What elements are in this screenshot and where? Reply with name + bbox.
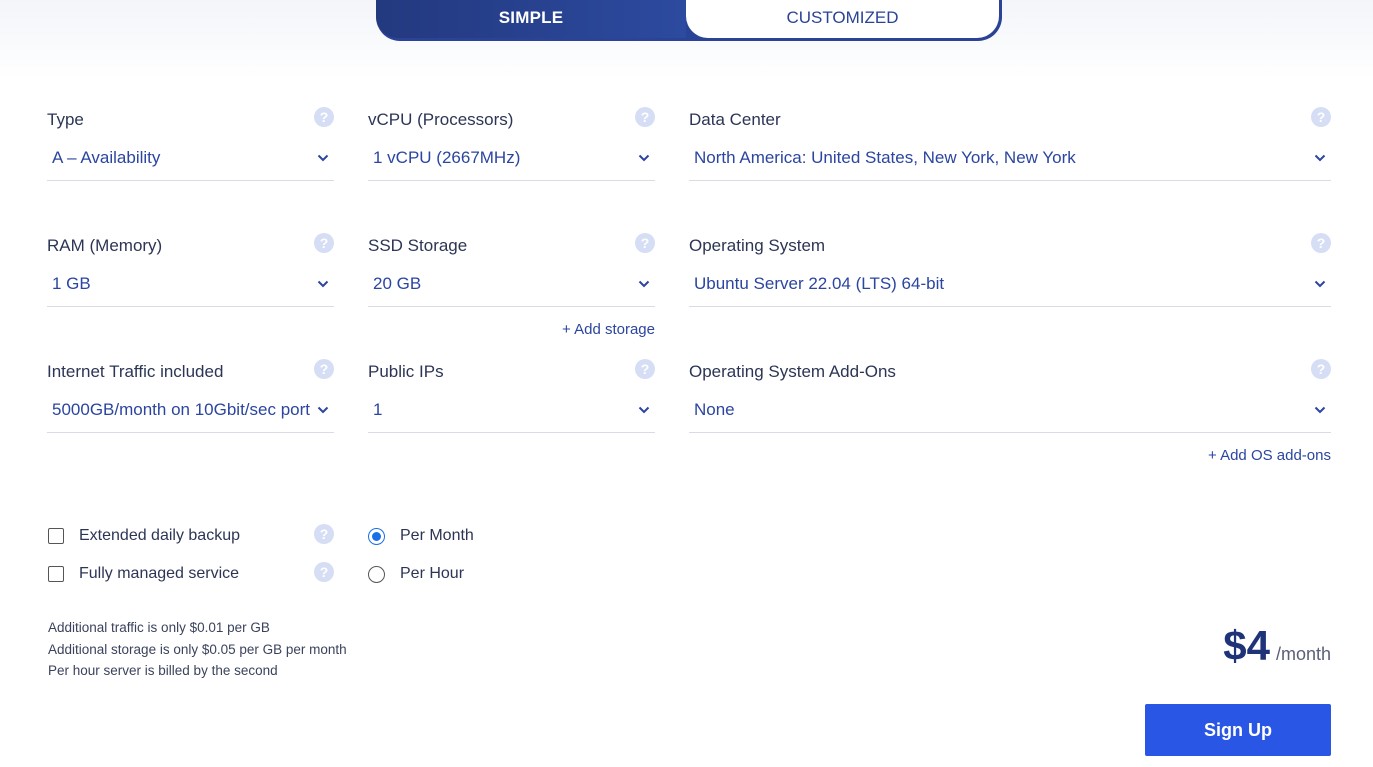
managed-service-checkbox[interactable] [48,566,64,582]
os-select[interactable]: Ubuntu Server 22.04 (LTS) 64-bit [689,262,1331,307]
extended-backup-checkbox[interactable] [48,528,64,544]
price-amount: $4 [1223,622,1270,669]
per-month-label: Per Month [400,527,474,544]
os-addons-field: Operating System Add-Ons ? None [689,359,1331,442]
ssd-field: SSD Storage ? 20 GB [368,233,655,316]
public-ips-select[interactable]: 1 [368,388,655,433]
ram-select[interactable]: 1 GB [47,262,334,307]
chevron-down-icon [1309,273,1331,295]
chevron-down-icon [633,147,655,169]
type-label: Type [47,110,84,129]
os-label: Operating System [689,236,826,255]
os-field: Operating System ? Ubuntu Server 22.04 (… [689,233,1331,316]
extended-backup-option: Extended daily backup [48,526,240,546]
traffic-value: 5000GB/month on 10Gbit/sec port [52,400,310,419]
vcpu-label: vCPU (Processors) [368,110,514,129]
mode-toggle: SIMPLE CUSTOMIZED [376,0,1002,41]
type-field: Type ? A – Availability [47,107,334,190]
vcpu-field: vCPU (Processors) ? 1 vCPU (2667MHz) [368,107,655,190]
os-addons-value: None [694,400,735,419]
note-traffic: Additional traffic is only $0.01 per GB [48,620,270,635]
price-unit: /month [1275,644,1331,664]
question-circle-icon[interactable]: ? [314,233,334,253]
per-month-option: Per Month [368,526,474,546]
ram-label: RAM (Memory) [47,236,163,255]
customized-mode-tab[interactable]: CUSTOMIZED [686,0,999,38]
question-circle-icon[interactable]: ? [1311,233,1331,253]
chevron-down-icon [312,273,334,295]
chevron-down-icon [312,147,334,169]
note-storage: Additional storage is only $0.05 per GB … [48,641,347,657]
add-storage-link[interactable]: + Add storage [562,321,655,338]
data-center-value: North America: United States, New York, … [694,148,1076,167]
managed-service-option: Fully managed service [48,564,239,584]
ram-value: 1 GB [52,274,91,293]
question-circle-icon[interactable]: ? [314,107,334,127]
public-ips-value: 1 [373,400,383,419]
data-center-select[interactable]: North America: United States, New York, … [689,136,1331,181]
vcpu-value: 1 vCPU (2667MHz) [373,148,521,167]
per-hour-option: Per Hour [368,564,464,584]
per-hour-label: Per Hour [400,565,465,582]
type-select[interactable]: A – Availability [47,136,334,181]
question-circle-icon[interactable]: ? [635,359,655,379]
question-circle-icon[interactable]: ? [314,562,334,582]
type-value: A – Availability [52,148,161,167]
ram-field: RAM (Memory) ? 1 GB [47,233,334,316]
pricing-notes: Additional traffic is only $0.01 per GB … [48,617,347,682]
question-circle-icon[interactable]: ? [635,107,655,127]
ssd-select[interactable]: 20 GB [368,262,655,307]
per-hour-radio[interactable] [368,565,385,583]
ssd-value: 20 GB [373,274,422,293]
price-display: $4 /month [1223,622,1331,670]
os-value: Ubuntu Server 22.04 (LTS) 64-bit [694,274,945,293]
chevron-down-icon [633,273,655,295]
add-os-addons-link[interactable]: + Add OS add-ons [1208,447,1331,464]
question-circle-icon[interactable]: ? [314,359,334,379]
simple-mode-tab[interactable]: SIMPLE [376,0,686,38]
traffic-label: Internet Traffic included [47,362,224,381]
data-center-field: Data Center ? North America: United Stat… [689,107,1331,190]
traffic-field: Internet Traffic included ? 5000GB/month… [47,359,334,442]
note-hourly: Per hour server is billed by the second [48,663,278,678]
chevron-down-icon [1309,399,1331,421]
managed-service-label: Fully managed service [79,565,240,582]
os-addons-select[interactable]: None [689,388,1331,433]
question-circle-icon[interactable]: ? [1311,107,1331,127]
public-ips-label: Public IPs [368,362,444,381]
extended-backup-label: Extended daily backup [79,527,240,544]
chevron-down-icon [1309,147,1331,169]
os-addons-label: Operating System Add-Ons [689,362,896,381]
question-circle-icon[interactable]: ? [635,233,655,253]
question-circle-icon[interactable]: ? [1311,359,1331,379]
question-circle-icon[interactable]: ? [314,524,334,544]
vcpu-select[interactable]: 1 vCPU (2667MHz) [368,136,655,181]
traffic-select[interactable]: 5000GB/month on 10Gbit/sec port [47,388,334,433]
per-month-radio[interactable] [368,527,385,545]
sign-up-button[interactable]: Sign Up [1145,704,1331,756]
public-ips-field: Public IPs ? 1 [368,359,655,442]
chevron-down-icon [312,399,334,421]
data-center-label: Data Center [689,110,781,129]
chevron-down-icon [633,399,655,421]
ssd-label: SSD Storage [368,236,468,255]
